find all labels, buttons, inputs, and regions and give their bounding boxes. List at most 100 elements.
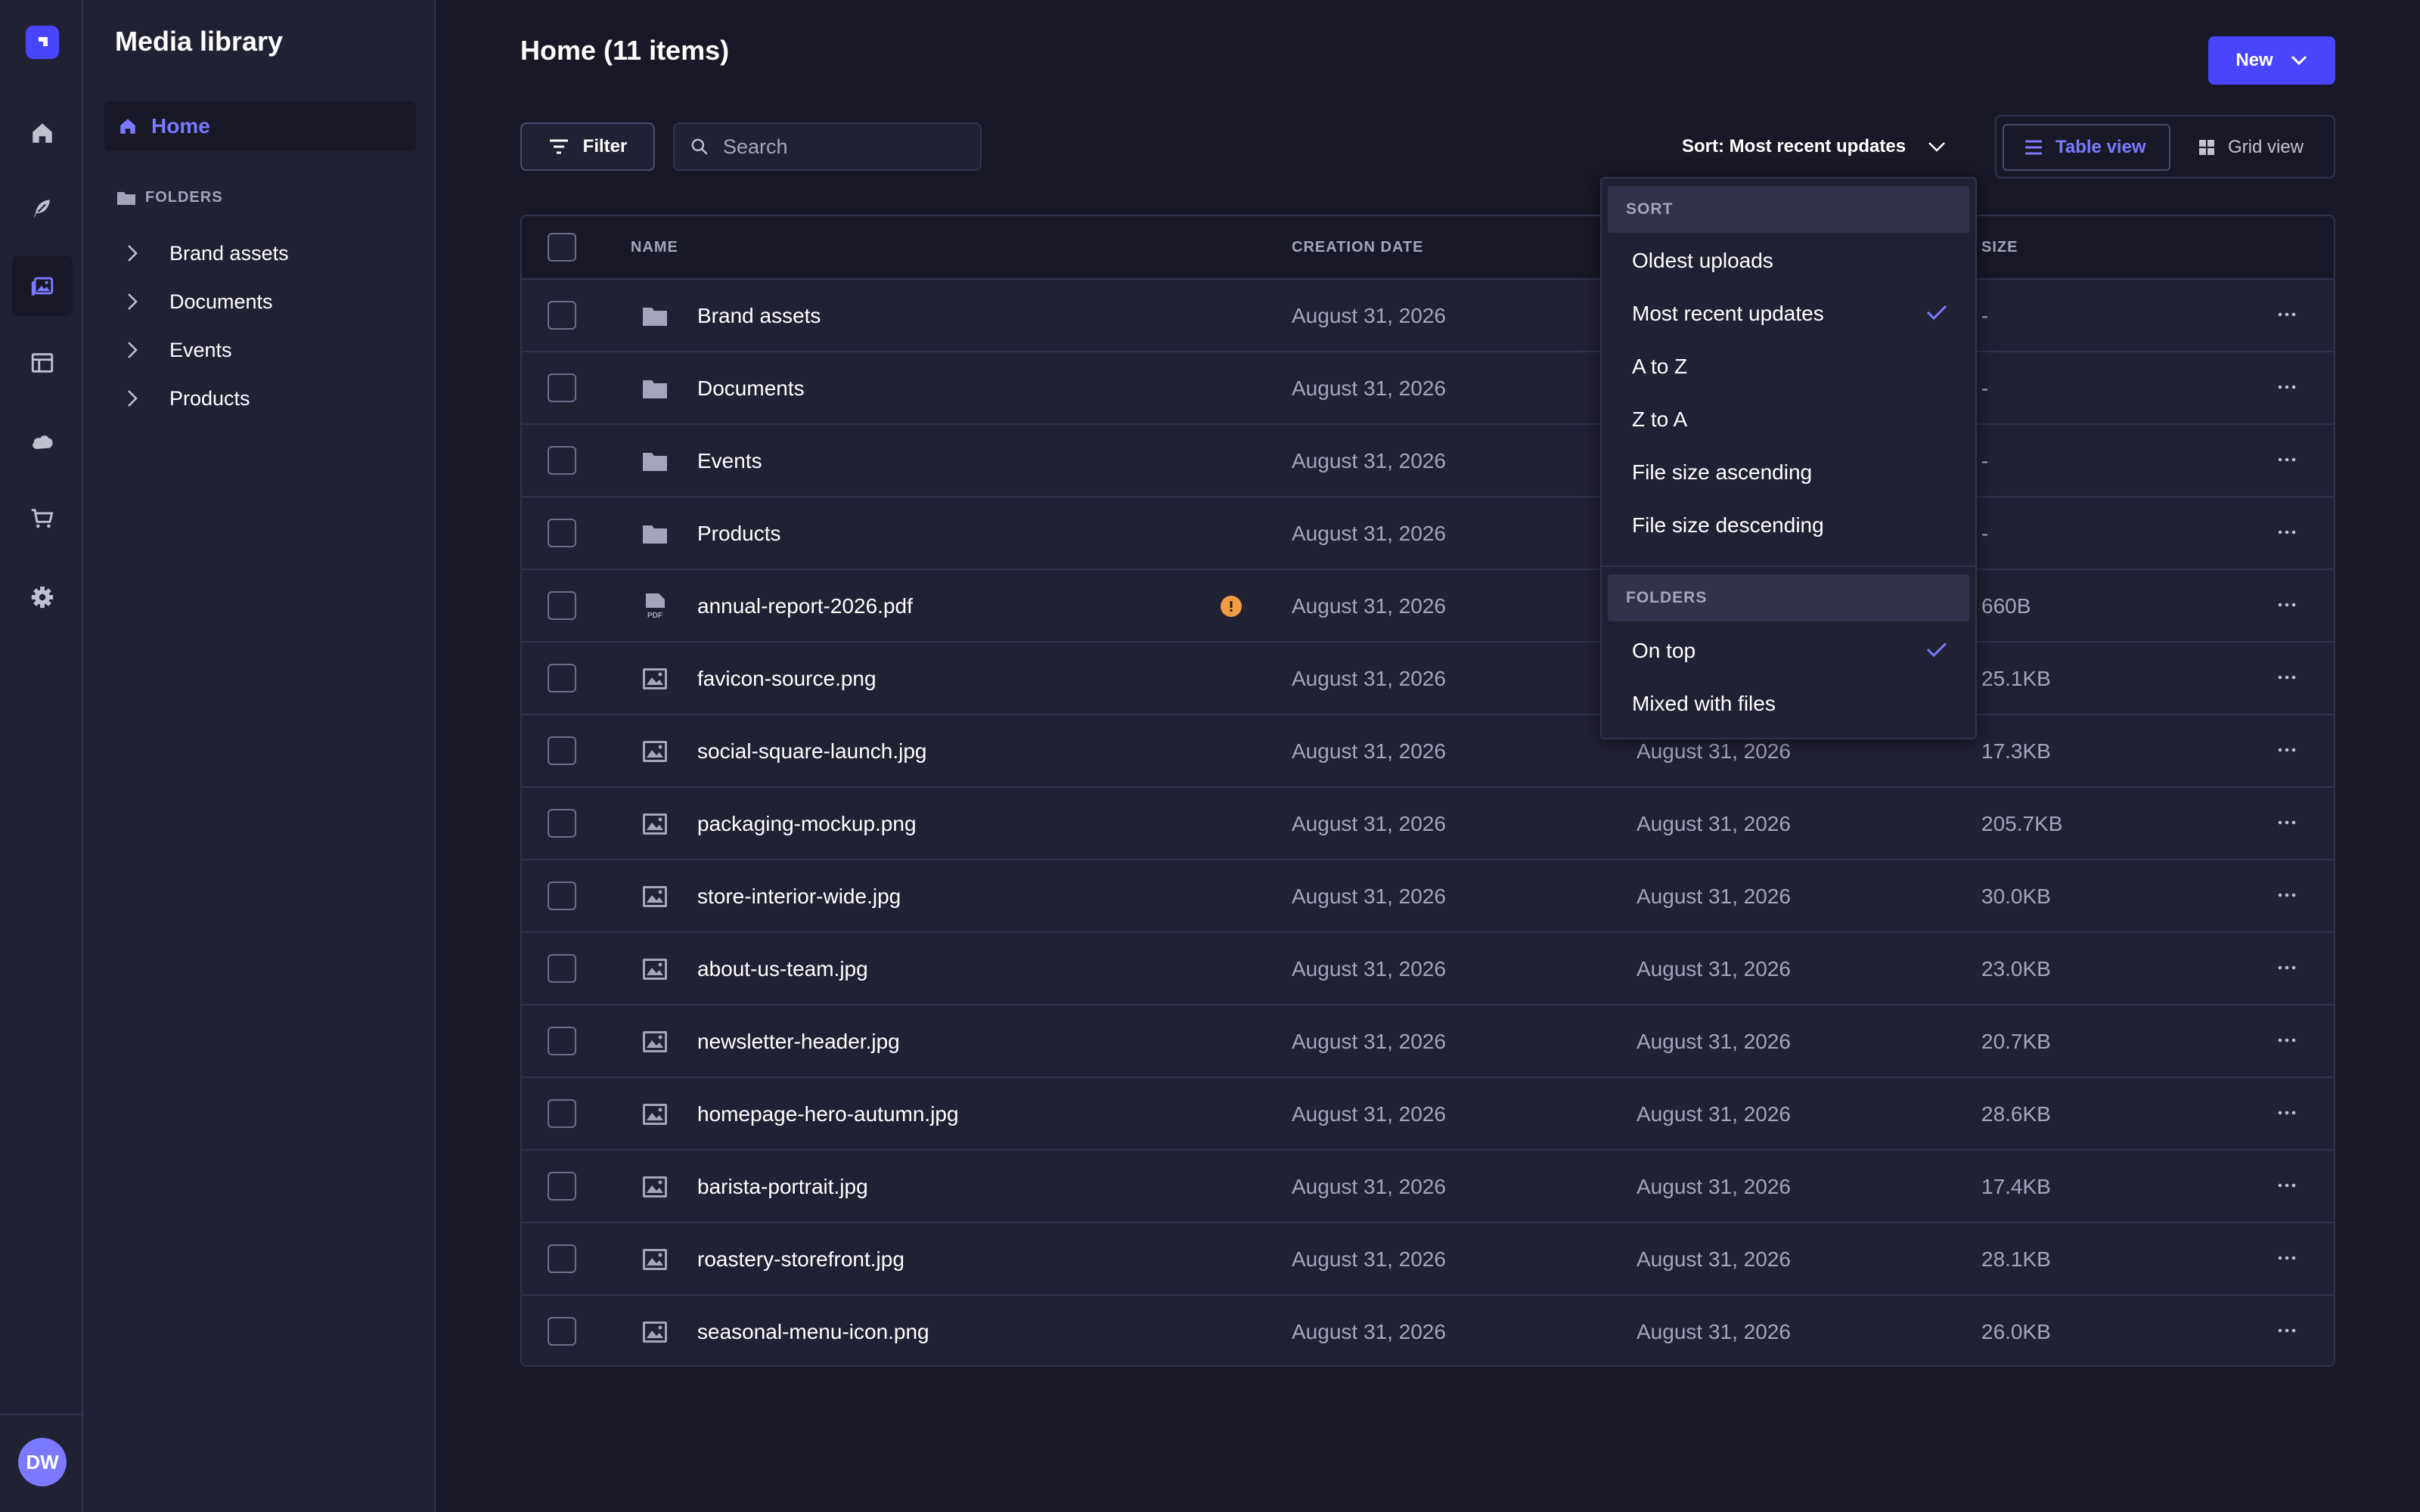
row-checkbox[interactable] [548,664,576,692]
more-actions-icon[interactable] [2272,1243,2302,1273]
nav-marketplace[interactable] [12,488,73,549]
select-all-checkbox[interactable] [548,233,576,262]
table-row[interactable]: homepage-hero-autumn.jpg August 31, 2026 A… [522,1077,2334,1149]
nav-media-library[interactable] [12,256,73,316]
folder-option-on-top[interactable]: On top [1608,627,1969,674]
sort-option-file-size-descending[interactable]: File size descending [1608,502,1969,549]
row-name[interactable]: Brand assets [697,304,821,328]
row-name[interactable]: seasonal-menu-icon.png [697,1320,929,1344]
more-actions-icon[interactable] [2272,517,2302,547]
row-checkbox[interactable] [548,446,576,475]
table-row[interactable]: Documents August 31, 2026 - [522,351,2334,423]
more-actions-icon[interactable] [2272,372,2302,402]
table-row[interactable]: store-interior-wide.jpg August 31, 2026 Au… [522,859,2334,931]
folder-tree-item-brand-assets[interactable]: Brand assets [116,234,289,272]
row-name[interactable]: Documents [697,376,805,401]
subnav-item-home[interactable]: Home [104,101,416,151]
search-input[interactable] [723,135,965,159]
table-row[interactable]: seasonal-menu-icon.png August 31, 2026 Aug… [522,1294,2334,1365]
more-actions-icon[interactable] [2272,880,2302,910]
row-checkbox[interactable] [548,954,576,983]
nav-content-type-builder[interactable] [12,333,73,393]
nav-settings[interactable] [12,567,73,627]
table-row[interactable]: newsletter-header.jpg August 31, 2026 Augu… [522,1004,2334,1077]
column-header-size[interactable]: SIZE [1981,239,2018,256]
more-actions-icon[interactable] [2272,662,2302,692]
column-header-name[interactable]: NAME [631,239,678,256]
table-row[interactable]: barista-portrait.jpg August 31, 2026 Augus… [522,1149,2334,1222]
chevron-right-icon[interactable] [116,293,151,311]
sort-option-file-size-ascending[interactable]: File size ascending [1608,449,1969,496]
row-name[interactable]: social-square-launch.jpg [697,739,927,764]
table-row[interactable]: Brand assets August 31, 2026 - [522,278,2334,351]
row-name[interactable]: Products [697,522,781,546]
table-row[interactable]: packaging-mockup.png August 31, 2026 Augus… [522,786,2334,859]
sort-dropdown-trigger[interactable]: Sort: Most recent updates [1682,129,1947,165]
row-size: 28.1KB [1981,1247,2051,1271]
table-row[interactable]: PDF annual-report-2026.pdf August 31, 2026… [522,569,2334,641]
row-checkbox[interactable] [548,736,576,765]
folder-option-mixed-with-files[interactable]: Mixed with files [1608,680,1969,727]
row-name[interactable]: homepage-hero-autumn.jpg [697,1102,959,1126]
row-checkbox[interactable] [548,519,576,547]
row-checkbox[interactable] [548,373,576,402]
row-name[interactable]: packaging-mockup.png [697,812,917,836]
nav-content-manager[interactable] [12,178,73,239]
row-checkbox[interactable] [548,1099,576,1128]
sort-option-most-recent-updates[interactable]: Most recent updates [1608,290,1969,337]
nav-deploy[interactable] [12,411,73,472]
table-view-button[interactable]: Table view [2003,124,2170,171]
row-name[interactable]: barista-portrait.jpg [697,1175,868,1199]
row-checkbox[interactable] [548,591,576,620]
row-checkbox[interactable] [548,809,576,838]
row-name[interactable]: roastery-storefront.jpg [697,1247,904,1272]
table-row[interactable]: roastery-storefront.jpg August 31, 2026 Au… [522,1222,2334,1294]
table-row[interactable]: Events August 31, 2026 - [522,423,2334,496]
column-header-creation-date[interactable]: CREATION DATE [1292,239,1423,256]
more-actions-icon[interactable] [2272,1170,2302,1201]
app-logo[interactable] [26,26,59,59]
more-actions-icon[interactable] [2272,1098,2302,1128]
row-checkbox[interactable] [548,881,576,910]
row-name[interactable]: newsletter-header.jpg [697,1030,900,1054]
row-name[interactable]: annual-report-2026.pdf [697,594,913,618]
more-actions-icon[interactable] [2272,1025,2302,1055]
folder-tree-item-products[interactable]: Products [116,380,250,417]
sort-option-a-to-z[interactable]: A to Z [1608,343,1969,390]
row-checkbox[interactable] [548,301,576,330]
more-actions-icon[interactable] [2272,299,2302,330]
row-name[interactable]: favicon-source.png [697,667,876,691]
sort-option-oldest-uploads[interactable]: Oldest uploads [1608,237,1969,284]
row-checkbox[interactable] [548,1172,576,1201]
folder-icon [640,301,670,331]
folder-tree-item-events[interactable]: Events [116,331,232,369]
table-row[interactable]: social-square-launch.jpg August 31, 2026 A… [522,714,2334,786]
table-row[interactable]: about-us-team.jpg August 31, 2026 August 3… [522,931,2334,1004]
chevron-right-icon[interactable] [116,341,151,359]
chevron-right-icon[interactable] [116,244,151,262]
row-name[interactable]: about-us-team.jpg [697,957,868,981]
table-row[interactable]: favicon-source.png August 31, 2026 25.1KB [522,641,2334,714]
row-checkbox[interactable] [548,1027,576,1055]
user-avatar[interactable]: DW [18,1438,67,1486]
row-checkbox[interactable] [548,1244,576,1273]
more-actions-icon[interactable] [2272,735,2302,765]
chevron-right-icon[interactable] [116,389,151,407]
row-name[interactable]: Events [697,449,762,473]
folder-icon [640,519,670,549]
table-row[interactable]: Products August 31, 2026 - [522,496,2334,569]
more-actions-icon[interactable] [2272,590,2302,620]
row-name[interactable]: store-interior-wide.jpg [697,885,901,909]
row-checkbox[interactable] [548,1317,576,1346]
sort-option-z-to-a[interactable]: Z to A [1608,396,1969,443]
filter-button[interactable]: Filter [520,122,655,171]
search-field[interactable] [673,122,982,171]
more-actions-icon[interactable] [2272,445,2302,475]
grid-view-button[interactable]: Grid view [2178,124,2329,171]
new-button[interactable]: New [2208,36,2335,85]
more-actions-icon[interactable] [2272,1315,2302,1346]
nav-home[interactable] [12,103,73,163]
folder-tree-item-documents[interactable]: Documents [116,283,273,321]
more-actions-icon[interactable] [2272,953,2302,983]
more-actions-icon[interactable] [2272,807,2302,838]
